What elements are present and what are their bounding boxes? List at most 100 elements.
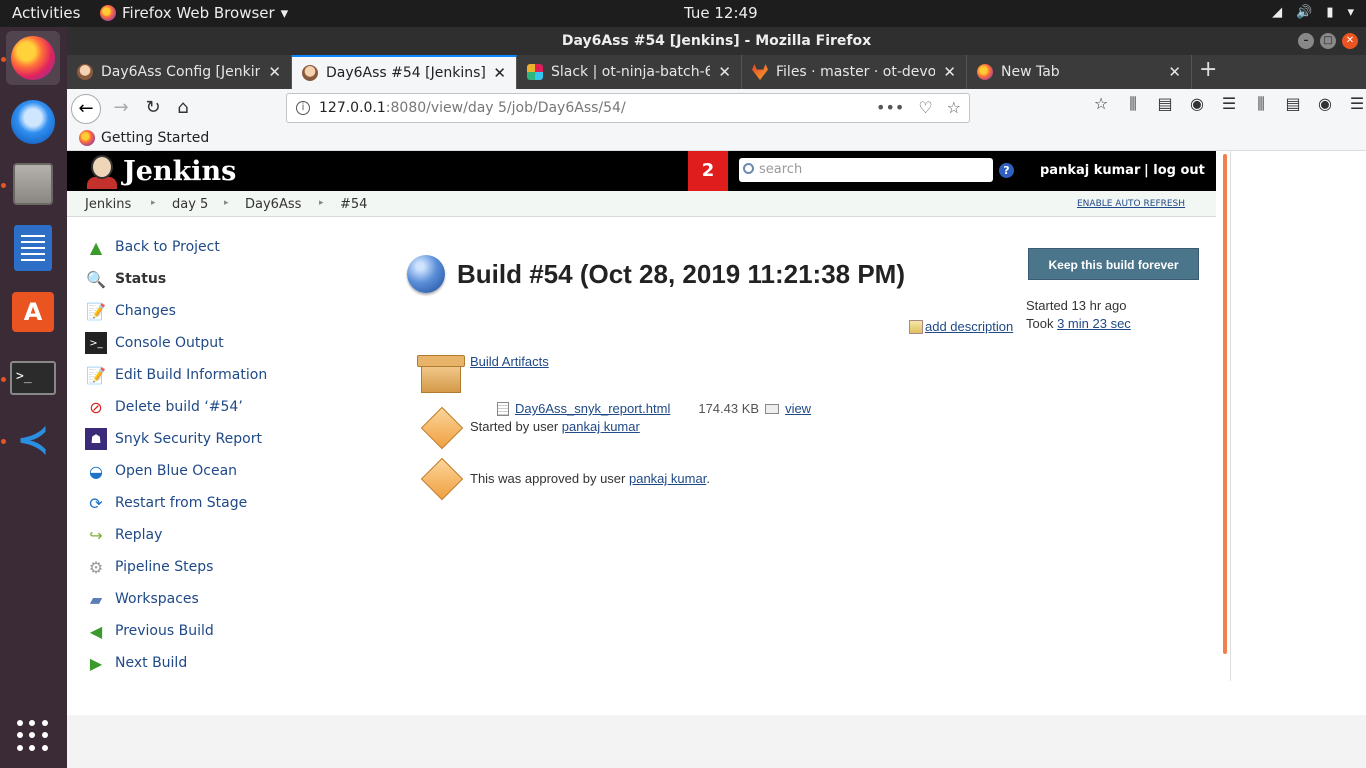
close-tab-icon[interactable]: ✕ <box>268 63 281 81</box>
toolbar-right-icons: ☆ ⫼ ▤ ◉ ☰ ⫼ ▤ ◉ ☰ <box>1092 94 1366 114</box>
dock-firefox[interactable] <box>6 31 60 85</box>
task-open-blue-ocean[interactable]: ◒ Open Blue Ocean <box>85 459 237 483</box>
edit-pencil-icon <box>909 319 923 334</box>
sidebar-icon[interactable]: ▤ <box>1284 94 1302 114</box>
started-by-user-link[interactable]: pankaj kumar <box>562 419 640 434</box>
tab-label: Slack | ot-ninja-batch-6 | OpsTree <box>551 64 711 80</box>
close-tab-icon[interactable]: ✕ <box>718 63 731 81</box>
dock-software[interactable]: A <box>6 285 60 339</box>
task-label: Restart from Stage <box>115 495 248 511</box>
account-icon[interactable]: ◉ <box>1316 94 1334 114</box>
task-replay[interactable]: ↪ Replay <box>85 523 162 547</box>
enable-auto-refresh-link[interactable]: ENABLE AUTO REFRESH <box>1077 199 1185 209</box>
activities-button[interactable]: Activities <box>12 4 80 22</box>
artifact-link[interactable]: Day6Ass_snyk_report.html <box>515 401 670 416</box>
breadcrumb-separator-icon[interactable]: ▸ <box>224 198 229 208</box>
breadcrumb-separator-icon[interactable]: ▸ <box>151 198 156 208</box>
reload-button[interactable]: ↻ <box>139 94 167 122</box>
library-icon[interactable]: ⫼ <box>1124 94 1142 114</box>
dock-terminal[interactable]: >_ <box>6 351 60 405</box>
bookmarks-toolbar: Getting Started <box>67 127 1366 151</box>
search-input[interactable]: search <box>739 158 993 182</box>
new-tab-button[interactable]: + <box>1199 57 1217 82</box>
package-box-icon <box>417 355 465 395</box>
home-button[interactable]: ⌂ <box>169 94 197 122</box>
thunderbird-icon <box>11 100 55 144</box>
chevron-down-icon: ▾ <box>1347 5 1354 20</box>
terminal-icon: >_ <box>10 361 56 395</box>
task-label: Open Blue Ocean <box>115 463 238 479</box>
maximize-button[interactable]: □ <box>1320 33 1336 49</box>
task-console-output[interactable]: >_ Console Output <box>85 331 224 355</box>
minimize-button[interactable]: – <box>1298 33 1314 49</box>
menu-icon[interactable]: ☰ <box>1348 94 1366 114</box>
url-bar[interactable]: i 127.0.0.1:8080/view/day 5/job/Day6Ass/… <box>286 93 970 123</box>
task-workspaces[interactable]: ▰ Workspaces <box>85 587 199 611</box>
jenkins-logo[interactable]: Jenkins <box>85 153 236 189</box>
breadcrumb-day5[interactable]: day 5 <box>172 197 208 212</box>
user-link[interactable]: pankaj kumar <box>1040 163 1140 178</box>
tab-gitlab-files[interactable]: Files · master · ot-devops ✕ <box>742 55 967 89</box>
add-description[interactable]: add description <box>909 319 1013 334</box>
task-pipeline-steps[interactable]: ⚙ Pipeline Steps <box>85 555 214 579</box>
scrollbar[interactable] <box>1223 154 1227 654</box>
close-tab-icon[interactable]: ✕ <box>943 63 956 81</box>
dock-files[interactable] <box>6 157 60 211</box>
task-delete-build[interactable]: ⊘ Delete build ‘#54’ <box>85 395 242 419</box>
breadcrumb-separator-icon[interactable]: ▸ <box>319 198 324 208</box>
tab-day6ass-build[interactable]: Day6Ass #54 [Jenkins] ✕ <box>292 55 517 89</box>
add-description-link[interactable]: add description <box>925 319 1013 334</box>
site-info-icon[interactable]: i <box>296 101 310 115</box>
menu-icon[interactable]: ☰ <box>1220 94 1238 114</box>
task-next-build[interactable]: ▶ Next Build <box>85 651 187 675</box>
task-status[interactable]: 🔍 Status <box>85 267 166 291</box>
help-icon[interactable]: ? <box>999 163 1014 178</box>
dock-vscode[interactable]: ≺ <box>6 413 60 467</box>
breadcrumb-jenkins[interactable]: Jenkins <box>85 197 131 212</box>
close-tab-icon[interactable]: ✕ <box>1168 63 1181 81</box>
back-button[interactable]: ← <box>71 94 101 124</box>
bookmark-label: Getting Started <box>101 130 210 146</box>
artifact-view-link[interactable]: view <box>785 401 811 416</box>
started-ago: Started 13 hr ago <box>1026 298 1127 313</box>
dock-writer[interactable] <box>6 221 60 275</box>
gear-icon: ⚙ <box>88 557 104 577</box>
forward-button[interactable]: → <box>107 94 135 122</box>
tab-new-tab[interactable]: New Tab ✕ <box>967 55 1192 89</box>
breadcrumb-day6ass[interactable]: Day6Ass <box>245 197 301 212</box>
task-snyk-security-report[interactable]: ☗ Snyk Security Report <box>85 427 262 451</box>
right-arrow-icon: ▶ <box>89 653 103 673</box>
task-previous-build[interactable]: ◀ Previous Build <box>85 619 214 643</box>
account-icon[interactable]: ◉ <box>1188 94 1206 114</box>
task-edit-build-information[interactable]: 📝 Edit Build Information <box>85 363 267 387</box>
close-tab-icon[interactable]: ✕ <box>493 64 506 82</box>
app-menu[interactable]: Firefox Web Browser ▾ <box>100 4 288 22</box>
approved-by-user-link[interactable]: pankaj kumar <box>629 471 706 486</box>
system-tray[interactable]: ◢ 🔊 ▮ ▾ <box>1272 5 1354 20</box>
sidebar-icon[interactable]: ▤ <box>1156 94 1174 114</box>
tab-slack[interactable]: Slack | ot-ninja-batch-6 | OpsTree ✕ <box>517 55 742 89</box>
clock[interactable]: Tue 12:49 <box>684 4 758 22</box>
task-restart-from-stage[interactable]: ⟳ Restart from Stage <box>85 491 247 515</box>
close-window-button[interactable]: ✕ <box>1342 33 1358 49</box>
bookmark-getting-started[interactable]: Getting Started <box>79 130 209 146</box>
show-applications-icon[interactable] <box>17 720 49 752</box>
breadcrumb-build-54[interactable]: #54 <box>340 197 367 212</box>
navigation-toolbar: ← → ↻ ⌂ i 127.0.0.1:8080/view/day 5/job/… <box>67 89 1366 127</box>
pocket-icon[interactable]: ♡ <box>918 94 932 122</box>
bookmark-star-icon[interactable]: ☆ <box>947 94 961 122</box>
tab-day6ass-config[interactable]: Day6Ass Config [Jenkins] ✕ <box>67 55 292 89</box>
build-artifacts-link[interactable]: Build Artifacts <box>470 354 549 369</box>
bookmarks-star-icon[interactable]: ☆ <box>1092 94 1110 114</box>
duration-link[interactable]: 3 min 23 sec <box>1057 316 1131 331</box>
task-label: Console Output <box>115 335 224 351</box>
task-changes[interactable]: 📝 Changes <box>85 299 176 323</box>
keep-build-forever-button[interactable]: Keep this build forever <box>1028 248 1199 280</box>
library-icon[interactable]: ⫼ <box>1252 94 1270 114</box>
logout-link[interactable]: | log out <box>1144 163 1205 178</box>
task-back-to-project[interactable]: ▲ Back to Project <box>85 235 220 259</box>
search-icon <box>743 163 754 174</box>
notification-badge[interactable]: 2 <box>688 151 728 191</box>
page-actions-icon[interactable]: ••• <box>876 94 904 122</box>
dock-thunderbird[interactable] <box>6 95 60 149</box>
